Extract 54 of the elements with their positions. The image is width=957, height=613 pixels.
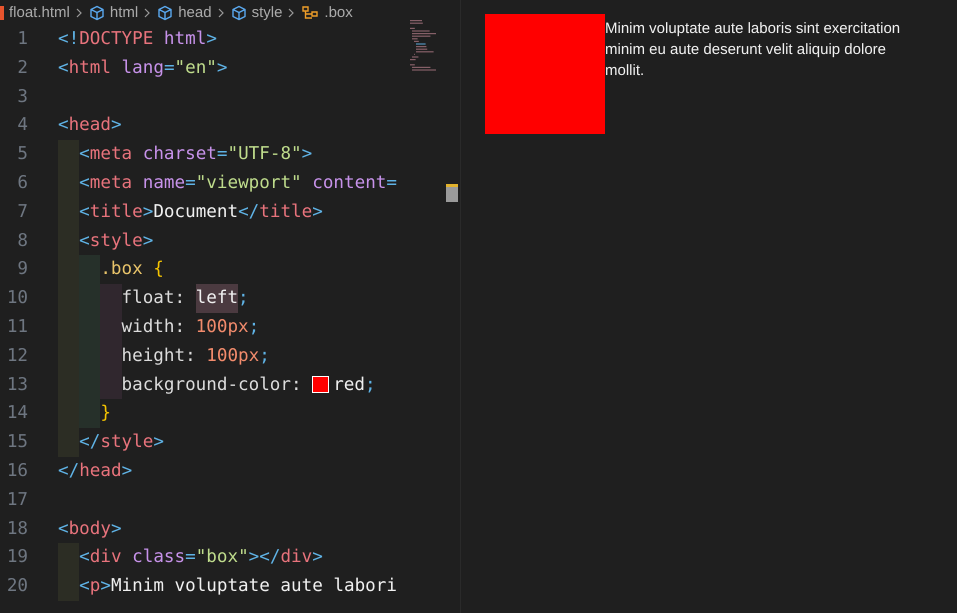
chevron-icon [144, 8, 152, 18]
line-number: 5 [16, 143, 28, 166]
code-line: <!DOCTYPE html> [58, 28, 217, 51]
code-line: <head> [58, 114, 122, 138]
line-number: 17 [6, 488, 28, 512]
line-number: 1 [16, 28, 28, 51]
breadcrumb-item[interactable]: float.html [0, 4, 70, 21]
line-number: 7 [16, 200, 28, 224]
line-number: 14 [6, 402, 28, 426]
file-icon [0, 6, 4, 20]
line-number: 12 [6, 344, 28, 368]
line-number: 11 [6, 316, 28, 339]
line-number: 2 [16, 56, 28, 80]
line-number: 16 [6, 460, 28, 483]
code-line: </head> [58, 460, 132, 483]
tree-icon [301, 4, 320, 20]
code-line: float: left; [122, 284, 249, 313]
line-number: 9 [16, 258, 28, 282]
line-number: 20 [6, 575, 28, 598]
preview-paragraph: Minim voluptate aute laboris sint exercitation minim eu aute deserunt velit aliquip dolore mollit. [605, 19, 902, 81]
breadcrumb-item[interactable]: head [157, 4, 212, 21]
breadcrumb-item[interactable]: style [230, 4, 282, 21]
code-line: <meta charset="UTF-8"> [79, 143, 312, 166]
line-number: 18 [6, 518, 28, 541]
line-number: 10 [6, 287, 28, 310]
scrollbar-marker [446, 184, 458, 202]
line-number: 19 [6, 546, 28, 570]
breadcrumb-item[interactable]: .box [301, 4, 353, 21]
code-line: height: 100px; [122, 344, 270, 368]
code-line: <style> [79, 230, 154, 253]
chevron-icon [76, 8, 83, 18]
code-line: } [100, 402, 111, 426]
code-line: <body> [58, 518, 122, 541]
code-line: <p>Minim voluptate aute labori [79, 575, 397, 598]
line-number: 15 [6, 431, 28, 454]
code-line: background-color: red; [122, 374, 376, 397]
line-number: 3 [16, 86, 28, 109]
cube-icon [157, 4, 174, 20]
code-line: <meta name="viewport" content= [79, 172, 397, 195]
code-line: .box { [100, 258, 164, 282]
cube-icon [230, 4, 247, 20]
code-line: </style> [79, 431, 164, 454]
cube-icon [88, 4, 105, 20]
chevron-icon [218, 8, 225, 18]
breadcrumb-item[interactable]: html [88, 4, 138, 21]
line-number: 13 [6, 374, 28, 397]
code-line: <title>Document</title> [79, 200, 323, 224]
code-line: <div class="box"></div> [79, 546, 323, 570]
line-number: 6 [16, 172, 28, 195]
line-number: 8 [16, 230, 28, 253]
code-line: <html lang="en"> [58, 56, 228, 80]
chevron-icon [288, 8, 296, 18]
code-line: width: 100px; [122, 316, 260, 339]
line-number: 4 [16, 114, 28, 138]
